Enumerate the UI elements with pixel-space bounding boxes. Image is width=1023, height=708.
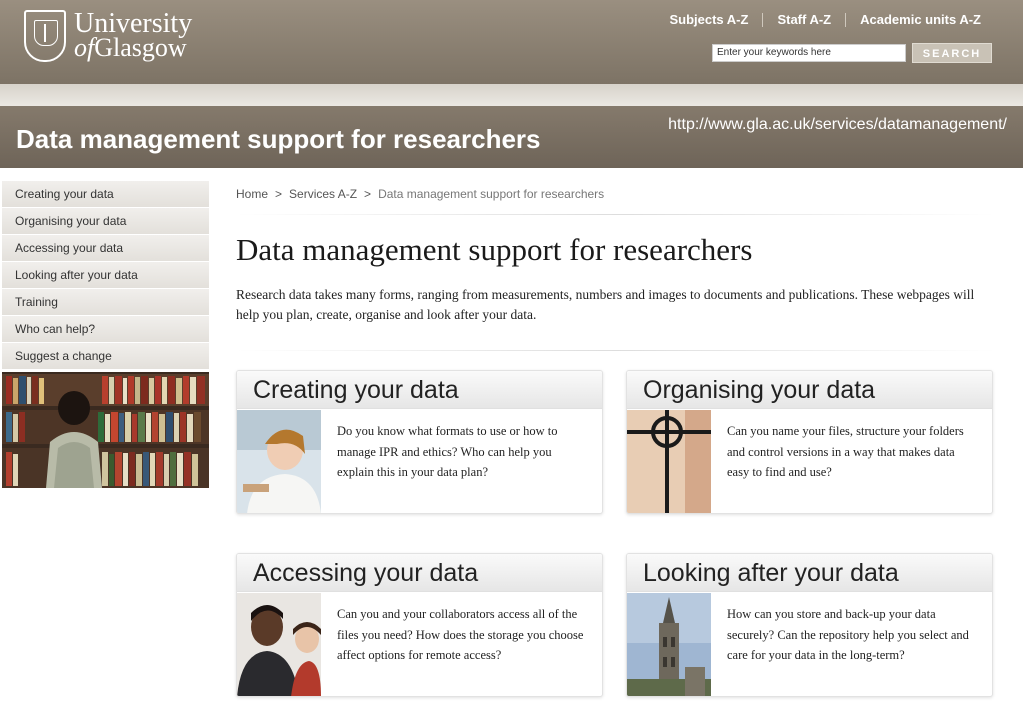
header-gap (0, 84, 1023, 106)
site-header: University ofGlasgow Subjects A-Z Staff … (0, 0, 1023, 84)
sidebar-item-organising[interactable]: Organising your data (2, 208, 209, 235)
nav-subjects-az[interactable]: Subjects A-Z (655, 12, 762, 27)
search-input[interactable]: Enter your keywords here (712, 44, 906, 62)
library-photo (2, 372, 209, 488)
divider (236, 350, 996, 351)
banner-title: Data management support for researchers (16, 124, 541, 154)
researcher-photo (237, 410, 321, 513)
card-creating[interactable]: Creating your data Do you know what form… (236, 370, 603, 514)
sidebar-item-creating[interactable]: Creating your data (2, 181, 209, 208)
sidebar-item-training[interactable]: Training (2, 289, 209, 316)
search-button[interactable]: SEARCH (912, 43, 992, 63)
page-title: Data management support for researchers (236, 232, 753, 267)
logo-glasgow: Glasgow (94, 33, 187, 62)
top-nav: Subjects A-Z Staff A-Z Academic units A-… (655, 12, 995, 27)
nav-staff-az[interactable]: Staff A-Z (763, 12, 845, 27)
card-looking-after[interactable]: Looking after your data How can you stor… (626, 553, 993, 697)
sidebar-item-who-can-help[interactable]: Who can help? (2, 316, 209, 343)
card-description: Can you name your files, structure your … (727, 424, 964, 479)
breadcrumb-home[interactable]: Home (236, 187, 268, 201)
university-logo[interactable]: University ofGlasgow (24, 10, 192, 62)
breadcrumb-current: Data management support for researchers (378, 187, 605, 201)
banner-url: http://www.gla.ac.uk/services/datamanage… (668, 116, 1007, 133)
card-description: Do you know what formats to use or how t… (337, 424, 558, 479)
card-description: Can you and your collaborators access al… (337, 607, 584, 662)
title-banner: Data management support for researchers … (0, 106, 1023, 168)
nav-academic-units-az[interactable]: Academic units A-Z (846, 12, 995, 27)
logo-of: of (74, 33, 95, 62)
intro-text: Research data takes many forms, ranging … (236, 287, 975, 322)
tower-photo (627, 593, 711, 696)
card-accessing[interactable]: Accessing your data Can you and your col… (236, 553, 603, 697)
gate-photo (627, 410, 711, 513)
card-description: How can you store and back-up your data … (727, 607, 969, 662)
card-title[interactable]: Creating your data (237, 371, 602, 409)
divider (236, 214, 996, 215)
card-title[interactable]: Looking after your data (627, 554, 992, 592)
sidebar-item-suggest-change[interactable]: Suggest a change (2, 343, 209, 370)
sidebar-item-accessing[interactable]: Accessing your data (2, 235, 209, 262)
sidebar-nav: Creating your data Organising your data … (2, 181, 209, 370)
breadcrumb-separator-icon: > (364, 187, 372, 201)
card-title[interactable]: Organising your data (627, 371, 992, 409)
breadcrumb-separator-icon: > (275, 187, 283, 201)
crest-icon (24, 10, 66, 62)
collaborators-photo (237, 593, 321, 696)
breadcrumb: Home > Services A-Z > Data management su… (236, 187, 611, 201)
card-organising[interactable]: Organising your data Can you name your f… (626, 370, 993, 514)
breadcrumb-services[interactable]: Services A-Z (289, 187, 357, 201)
sidebar-item-looking-after[interactable]: Looking after your data (2, 262, 209, 289)
card-title[interactable]: Accessing your data (237, 554, 602, 592)
